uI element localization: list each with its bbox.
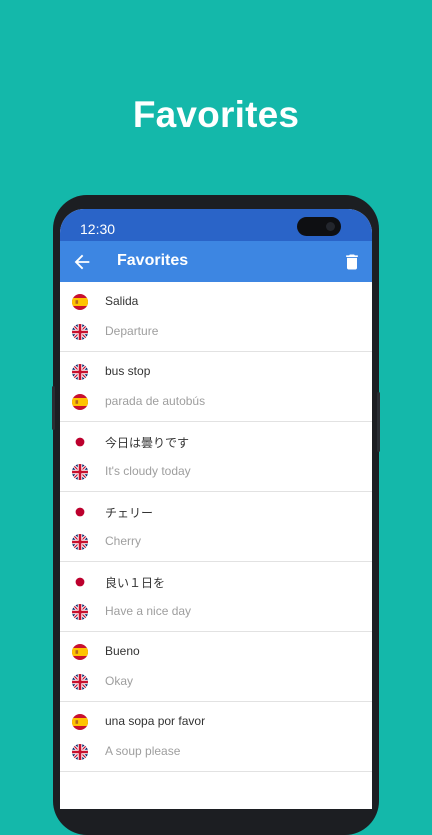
status-time: 12:30 [80, 221, 116, 237]
favorite-item[interactable]: bus stop parada de autobús [60, 352, 372, 422]
favorite-item[interactable]: una sopa por favor A soup please [60, 702, 372, 772]
uk-flag-icon [72, 674, 88, 690]
uk-flag-icon [72, 324, 88, 340]
japan-flag-icon [72, 504, 88, 520]
favorite-translation-row: A soup please [60, 737, 372, 767]
promo-title: Favorites [132, 94, 300, 135]
favorite-translation-row: Departure [60, 317, 372, 347]
favorite-item[interactable]: Bueno Okay [60, 632, 372, 702]
favorite-item[interactable]: 良い１日を Have a nice day [60, 562, 372, 632]
favorite-source-row: 良い１日を [60, 567, 372, 597]
favorite-source-text: Bueno [105, 644, 140, 658]
favorite-translation-row: Cherry [60, 527, 372, 557]
back-button[interactable] [71, 251, 93, 273]
favorite-translation-text: Okay [105, 674, 134, 688]
uk-flag-icon [72, 744, 88, 760]
favorite-source-text: チェリー [105, 506, 154, 520]
uk-flag-icon [72, 364, 88, 380]
favorite-source-row: 今日は曇りです [60, 427, 372, 457]
spain-flag-icon [72, 394, 88, 410]
volume-button [52, 386, 55, 430]
favorite-source-row: bus stop [60, 357, 372, 387]
phone-screen: 12:30 Favorites Salida Departure bus stop p… [60, 209, 372, 809]
favorite-source-row: Bueno [60, 637, 372, 667]
favorite-translation-text: Departure [105, 324, 159, 338]
favorite-source-row: チェリー [60, 497, 372, 527]
status-bar: 12:30 [60, 209, 372, 241]
favorite-source-text: 良い１日を [105, 576, 166, 590]
favorite-translation-row: parada de autobús [60, 387, 372, 417]
favorite-translation-text: It's cloudy today [105, 464, 191, 478]
favorite-translation-text: Have a nice day [105, 604, 192, 618]
favorite-translation-row: Okay [60, 667, 372, 697]
favorite-translation-row: It's cloudy today [60, 457, 372, 487]
favorite-translation-text: parada de autobús [105, 394, 206, 408]
favorite-source-row: Salida [60, 287, 372, 317]
favorite-item[interactable]: 今日は曇りです It's cloudy today [60, 422, 372, 492]
spain-flag-icon [72, 294, 88, 310]
favorite-item[interactable]: チェリー Cherry [60, 492, 372, 562]
uk-flag-icon [72, 534, 88, 550]
uk-flag-icon [72, 604, 88, 620]
favorite-source-text: una sopa por favor [105, 714, 206, 728]
favorite-item[interactable]: Salida Departure [60, 282, 372, 352]
favorite-source-row: una sopa por favor [60, 707, 372, 737]
trash-icon [346, 254, 358, 270]
favorite-translation-row: Have a nice day [60, 597, 372, 627]
favorite-source-text: Salida [105, 294, 139, 308]
favorite-source-text: 今日は曇りです [105, 436, 190, 450]
app-bar-title: Favorites [117, 252, 189, 269]
app-bar: Favorites [60, 241, 372, 282]
japan-flag-icon [72, 574, 88, 590]
favorite-translation-text: A soup please [105, 744, 181, 758]
favorite-translation-text: Cherry [105, 534, 142, 548]
delete-all-button[interactable] [342, 251, 362, 273]
power-button [377, 392, 380, 452]
favorite-source-text: bus stop [105, 364, 151, 378]
spain-flag-icon [72, 714, 88, 730]
favorites-list: Salida Departure bus stop parada de autobús… [60, 282, 372, 772]
spain-flag-icon [72, 644, 88, 660]
camera-cutout [297, 217, 341, 236]
arrow-left-icon [74, 254, 90, 270]
japan-flag-icon [72, 434, 88, 450]
uk-flag-icon [72, 464, 88, 480]
